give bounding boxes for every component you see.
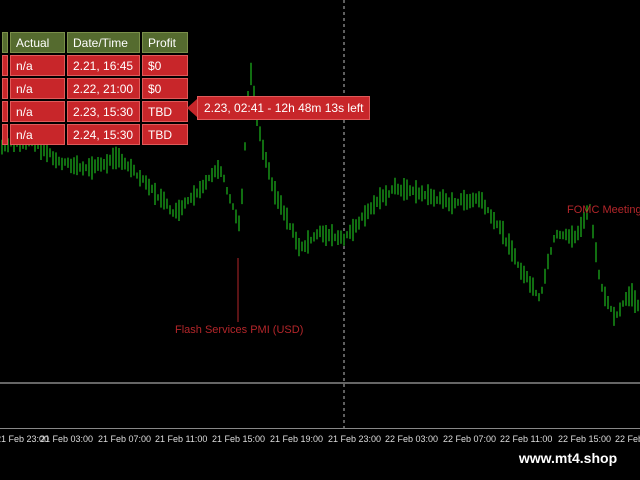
time-axis-label: 21 Feb 11:00 [155, 434, 208, 444]
cell-datetime: 2.21, 16:45 [67, 55, 140, 76]
row-spacer [2, 101, 8, 122]
event-label-flash-pmi: Flash Services PMI (USD) [175, 324, 304, 336]
time-axis-label: 21 Feb 03:00 [40, 434, 94, 444]
header-datetime: Date/Time [67, 32, 140, 53]
time-axis-label: 22 Feb 11:00 [500, 434, 553, 444]
header-actual: Actual [10, 32, 65, 53]
row-spacer [2, 124, 8, 145]
table-row[interactable]: n/a 2.22, 21:00 $0 [2, 78, 188, 99]
cell-datetime: 2.22, 21:00 [67, 78, 140, 99]
row-spacer [2, 55, 8, 76]
cell-actual: n/a [10, 101, 65, 122]
cell-profit: TBD [142, 101, 188, 122]
time-axis-label: 21 Feb 15:00 [212, 434, 266, 444]
cell-profit: $0 [142, 78, 188, 99]
time-axis-label: 22 Feb 19:00 [615, 434, 640, 444]
time-axis-label: 21 Feb 19:00 [270, 434, 324, 444]
time-axis-label: 22 Feb 07:00 [443, 434, 497, 444]
header-spacer [2, 32, 8, 53]
table-row[interactable]: n/a 2.23, 15:30 TBD [2, 101, 188, 122]
watermark: www.mt4.shop [496, 446, 640, 470]
table-row[interactable]: n/a 2.21, 16:45 $0 [2, 55, 188, 76]
news-table: Actual Date/Time Profit n/a 2.21, 16:45 … [0, 30, 190, 147]
cell-actual: n/a [10, 78, 65, 99]
table-row[interactable]: n/a 2.24, 15:30 TBD [2, 124, 188, 145]
cell-profit: TBD [142, 124, 188, 145]
cell-datetime: 2.24, 15:30 [67, 124, 140, 145]
time-axis-label: 21 Feb 07:00 [98, 434, 152, 444]
chart-area[interactable]: Actual Date/Time Profit n/a 2.21, 16:45 … [0, 0, 640, 428]
row-spacer [2, 78, 8, 99]
countdown-arrow-icon [187, 99, 197, 117]
header-profit: Profit [142, 32, 188, 53]
cell-actual: n/a [10, 55, 65, 76]
time-axis-label: 21 Feb 23:00 [328, 434, 382, 444]
event-label-fomc: FOMC Meeting [567, 204, 640, 216]
countdown-label: 2.23, 02:41 - 12h 48m 13s left [197, 96, 371, 120]
cell-actual: n/a [10, 124, 65, 145]
cell-profit: $0 [142, 55, 188, 76]
time-axis-label: 22 Feb 03:00 [385, 434, 439, 444]
news-table-header: Actual Date/Time Profit [2, 32, 188, 53]
time-axis-label: 22 Feb 15:00 [558, 434, 612, 444]
cell-datetime: 2.23, 15:30 [67, 101, 140, 122]
